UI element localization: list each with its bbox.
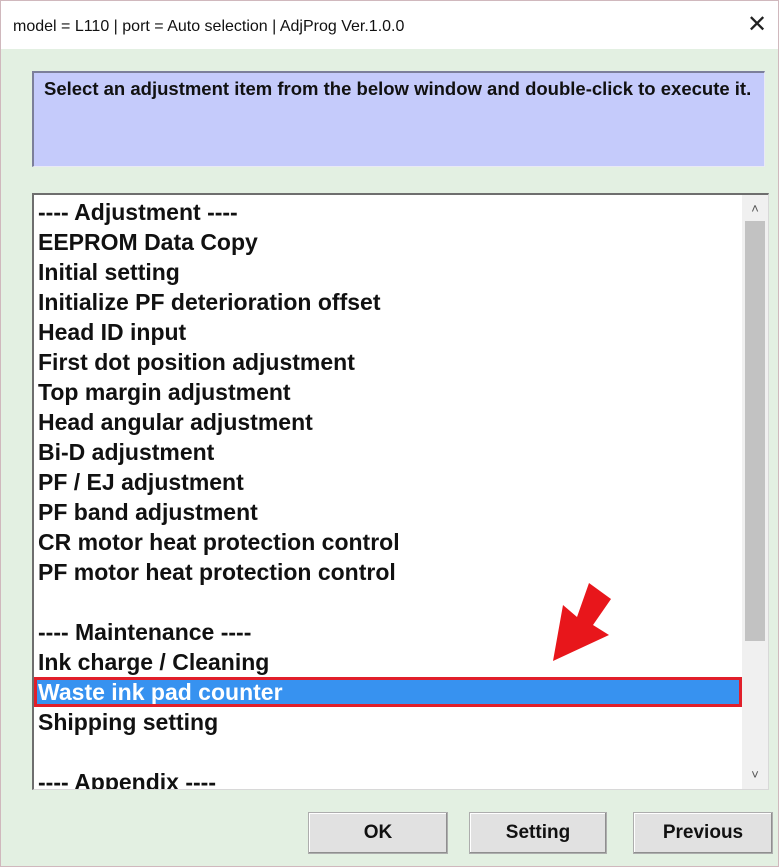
list-item-head-id-input[interactable]: Head ID input: [34, 317, 742, 347]
list-item-eeprom-data-copy[interactable]: EEPROM Data Copy: [34, 227, 742, 257]
list-header-appendix[interactable]: ---- Appendix ----: [34, 767, 742, 789]
close-icon[interactable]: ✕: [740, 9, 774, 41]
list-item-head-angular[interactable]: Head angular adjustment: [34, 407, 742, 437]
setting-button[interactable]: Setting: [469, 812, 607, 854]
list-item-first-dot-position[interactable]: First dot position adjustment: [34, 347, 742, 377]
list-item-cr-motor-heat[interactable]: CR motor heat protection control: [34, 527, 742, 557]
list-item-top-margin[interactable]: Top margin adjustment: [34, 377, 742, 407]
list-item-pf-band[interactable]: PF band adjustment: [34, 497, 742, 527]
title-bar: model = L110 | port = Auto selection | A…: [1, 1, 778, 49]
scroll-down-icon[interactable]: ˅: [742, 763, 768, 787]
ok-button[interactable]: OK: [308, 812, 448, 854]
scroll-up-icon[interactable]: ˄: [742, 197, 768, 221]
list-item-pf-motor-heat[interactable]: PF motor heat protection control: [34, 557, 742, 587]
window-title: model = L110 | port = Auto selection | A…: [13, 18, 405, 35]
adjustment-list: ---- Adjustment ---- EEPROM Data Copy In…: [34, 197, 742, 789]
list-header-maintenance[interactable]: ---- Maintenance ----: [34, 617, 742, 647]
list-item-blank[interactable]: [34, 737, 742, 767]
list-item-shipping-setting[interactable]: Shipping setting: [34, 707, 742, 737]
instruction-text: Select an adjustment item from the below…: [32, 71, 765, 167]
red-arrow-icon: [553, 583, 611, 661]
list-item-waste-ink-pad-counter[interactable]: Waste ink pad counter: [34, 677, 742, 707]
list-item-bi-d[interactable]: Bi-D adjustment: [34, 437, 742, 467]
vertical-scrollbar[interactable]: ˄ ˅: [742, 195, 768, 789]
list-item-initial-setting[interactable]: Initial setting: [34, 257, 742, 287]
previous-button[interactable]: Previous: [633, 812, 773, 854]
scroll-thumb[interactable]: [745, 221, 765, 641]
list-item-initialize-pf-offset[interactable]: Initialize PF deterioration offset: [34, 287, 742, 317]
list-header-adjustment[interactable]: ---- Adjustment ----: [34, 197, 742, 227]
adjustment-listbox[interactable]: ---- Adjustment ---- EEPROM Data Copy In…: [32, 193, 769, 790]
list-item-blank[interactable]: [34, 587, 742, 617]
list-item-pf-ej[interactable]: PF / EJ adjustment: [34, 467, 742, 497]
list-item-ink-charge-cleaning[interactable]: Ink charge / Cleaning: [34, 647, 742, 677]
adjprog-window: model = L110 | port = Auto selection | A…: [0, 0, 779, 867]
